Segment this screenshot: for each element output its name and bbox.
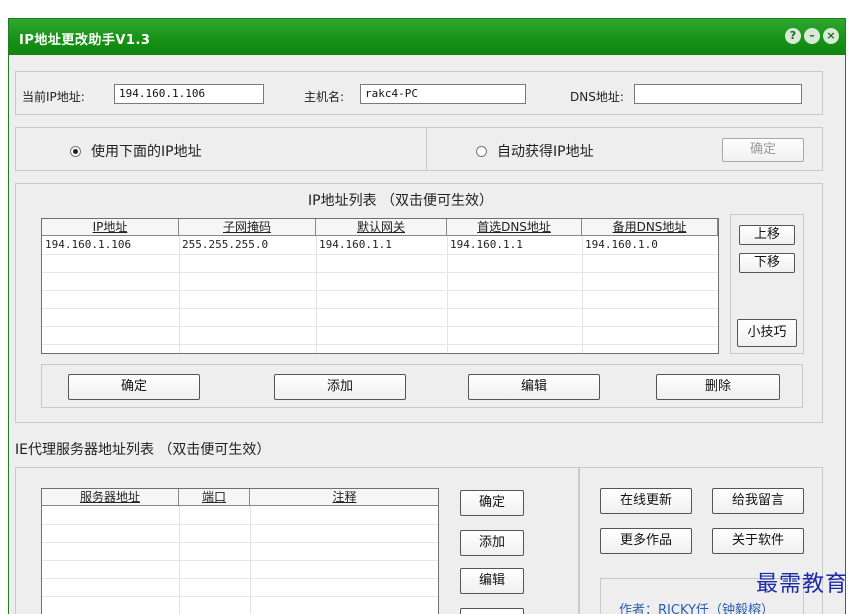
cell-mask: 255.255.255.0 bbox=[182, 238, 269, 251]
side-button-box: 上移 下移 小技巧 bbox=[730, 214, 804, 354]
title-bar[interactable]: IP地址更改助手V1.3 ? – × bbox=[9, 19, 845, 55]
ip-list-title: IP地址列表 （双击便可生效） bbox=[308, 193, 494, 209]
window-controls: ? – × bbox=[785, 28, 839, 44]
proxy-add-button[interactable]: 添加 bbox=[460, 530, 524, 556]
current-ip-label: 当前IP地址: bbox=[22, 90, 85, 104]
leave-message-button[interactable]: 给我留言 bbox=[712, 488, 804, 514]
grid-line bbox=[42, 596, 438, 597]
more-works-button[interactable]: 更多作品 bbox=[600, 528, 692, 554]
col-ip[interactable]: IP地址 bbox=[42, 219, 179, 236]
grid-line bbox=[42, 524, 438, 525]
author-text: 作者：RICKY仟（钟毅榕） bbox=[619, 603, 774, 614]
ip-delete-button[interactable]: 删除 bbox=[656, 374, 780, 400]
online-update-button[interactable]: 在线更新 bbox=[600, 488, 692, 514]
use-below-option[interactable]: 使用下面的IP地址 bbox=[70, 141, 202, 161]
proxy-extra-button[interactable] bbox=[460, 608, 524, 614]
mode-confirm-button[interactable]: 确定 bbox=[722, 138, 804, 162]
mode-divider bbox=[426, 128, 427, 170]
col-note[interactable]: 注释 bbox=[250, 489, 438, 506]
minimize-icon[interactable]: – bbox=[804, 28, 820, 44]
cell-gateway: 194.160.1.1 bbox=[319, 238, 392, 251]
grid-line bbox=[42, 542, 438, 543]
grid-line bbox=[42, 560, 438, 561]
col-port[interactable]: 端口 bbox=[179, 489, 250, 506]
auto-option[interactable]: 自动获得IP地址 bbox=[476, 141, 594, 161]
ip-list-panel: IP地址列表 （双击便可生效） IP地址 子网掩码 默认网关 首选DNS地址 备… bbox=[15, 183, 823, 423]
col-dns2[interactable]: 备用DNS地址 bbox=[582, 219, 718, 236]
grid-line bbox=[42, 272, 718, 273]
cell-dns2: 194.160.1.0 bbox=[585, 238, 658, 251]
ip-list-header: IP地址 子网掩码 默认网关 首选DNS地址 备用DNS地址 bbox=[42, 219, 718, 236]
dns-field[interactable] bbox=[634, 84, 802, 104]
use-below-radio[interactable] bbox=[70, 145, 81, 157]
col-mask[interactable]: 子网掩码 bbox=[179, 219, 316, 236]
proxy-panel: 服务器地址 端口 注释 确定 添加 编辑 bbox=[15, 467, 579, 614]
app-window: IP地址更改助手V1.3 ? – × 当前IP地址: 194.160.1.106… bbox=[8, 18, 846, 614]
proxy-list-title: IE代理服务器地址列表 （双击便可生效） bbox=[15, 442, 271, 458]
use-below-label: 使用下面的IP地址 bbox=[91, 144, 202, 160]
move-down-button[interactable]: 下移 bbox=[739, 253, 795, 273]
ip-list-table[interactable]: IP地址 子网掩码 默认网关 首选DNS地址 备用DNS地址 194.160.1… bbox=[41, 218, 719, 354]
col-dns1[interactable]: 首选DNS地址 bbox=[447, 219, 582, 236]
tips-button[interactable]: 小技巧 bbox=[737, 319, 797, 347]
auto-radio[interactable] bbox=[476, 145, 487, 157]
ip-add-button[interactable]: 添加 bbox=[274, 374, 406, 400]
auto-label: 自动获得IP地址 bbox=[497, 144, 594, 160]
hostname-field[interactable]: rakc4-PC bbox=[360, 84, 526, 104]
cell-dns1: 194.160.1.1 bbox=[450, 238, 523, 251]
grid-line bbox=[42, 254, 718, 255]
mode-panel: 使用下面的IP地址 自动获得IP地址 确定 bbox=[15, 127, 823, 171]
close-icon[interactable]: × bbox=[823, 28, 839, 44]
help-icon[interactable]: ? bbox=[785, 28, 801, 44]
cell-ip: 194.160.1.106 bbox=[45, 238, 132, 251]
proxy-edit-button[interactable]: 编辑 bbox=[460, 568, 524, 594]
about-button[interactable]: 关于软件 bbox=[712, 528, 804, 554]
table-row[interactable]: 194.160.1.106 255.255.255.0 194.160.1.1 … bbox=[42, 237, 718, 255]
col-gateway[interactable]: 默认网关 bbox=[316, 219, 447, 236]
proxy-confirm-button[interactable]: 确定 bbox=[460, 490, 524, 516]
ip-edit-button[interactable]: 编辑 bbox=[468, 374, 600, 400]
grid-line bbox=[42, 308, 718, 309]
grid-line bbox=[42, 290, 718, 291]
dns-label: DNS地址: bbox=[570, 90, 624, 104]
hostname-label: 主机名: bbox=[304, 90, 345, 104]
grid-line bbox=[42, 578, 438, 579]
watermark-text: 最需教育 bbox=[755, 572, 848, 597]
ip-confirm-button[interactable]: 确定 bbox=[68, 374, 200, 400]
grid-line bbox=[42, 344, 718, 345]
col-server[interactable]: 服务器地址 bbox=[42, 489, 179, 506]
window-title: IP地址更改助手V1.3 bbox=[19, 33, 151, 48]
proxy-list-table[interactable]: 服务器地址 端口 注释 bbox=[41, 488, 439, 614]
move-up-button[interactable]: 上移 bbox=[739, 225, 795, 245]
host-info-panel: 当前IP地址: 194.160.1.106 主机名: rakc4-PC DNS地… bbox=[15, 71, 823, 115]
ip-action-bar: 确定 添加 编辑 删除 bbox=[41, 364, 803, 408]
grid-line bbox=[42, 326, 718, 327]
proxy-list-header: 服务器地址 端口 注释 bbox=[42, 489, 438, 506]
current-ip-field[interactable]: 194.160.1.106 bbox=[114, 84, 264, 104]
